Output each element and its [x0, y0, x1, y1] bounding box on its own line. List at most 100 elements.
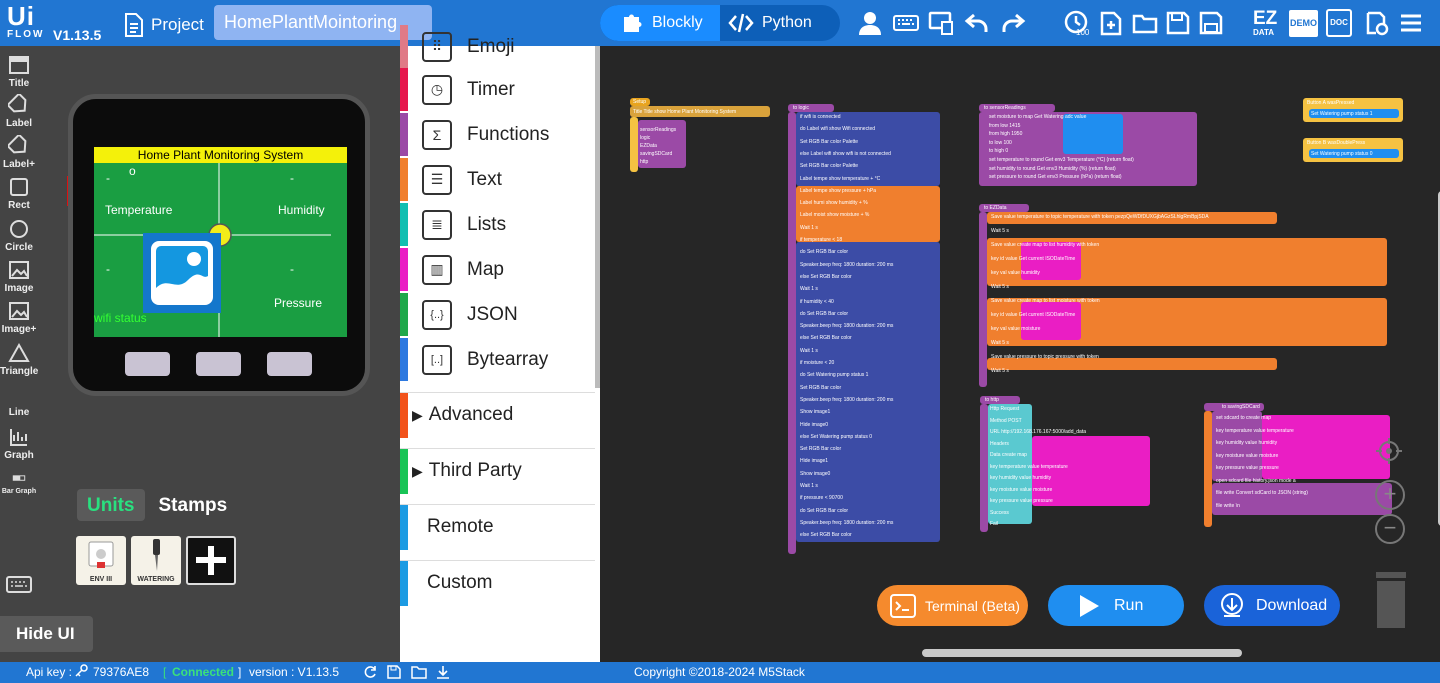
zoom-out-icon[interactable]: −	[1375, 514, 1405, 544]
python-mode-button[interactable]: Python	[720, 5, 840, 41]
timer-100-icon[interactable]: 100	[1062, 8, 1092, 38]
save-as-icon[interactable]	[1196, 8, 1226, 38]
category-label: Functions	[467, 123, 550, 145]
category-emoji[interactable]: ⠿ Emoji	[400, 25, 595, 68]
tab-units[interactable]: Units	[77, 489, 145, 521]
category-third-party[interactable]: ▶ Third Party	[400, 448, 595, 494]
block-text: Show image0	[800, 470, 831, 477]
screen-dash[interactable]: -	[290, 171, 294, 185]
workspace-canvas[interactable]: Setup Title Title show Home Plant Monito…	[612, 46, 1440, 662]
ezdata-function-block[interactable]: to EZData Save value temperature to topi…	[979, 204, 1419, 387]
new-file-icon[interactable]	[1096, 8, 1126, 38]
settings-icon[interactable]	[1361, 8, 1391, 38]
tool-label-plus[interactable]: Label+	[0, 135, 38, 170]
api-key-value[interactable]: 79376AE8	[93, 665, 149, 679]
tool-label: Image	[4, 283, 34, 294]
doc-icon[interactable]: DOC	[1326, 9, 1352, 37]
unit-env3[interactable]: ENV III	[76, 536, 126, 585]
category-advanced[interactable]: ▶ Advanced	[400, 392, 595, 438]
hide-ui-button[interactable]: Hide UI	[0, 616, 93, 652]
screen-image[interactable]	[143, 233, 221, 313]
menu-icon[interactable]	[1396, 8, 1426, 38]
add-unit-button[interactable]	[186, 536, 236, 585]
keyboard-icon[interactable]	[891, 8, 921, 38]
block-text: Hide image0	[800, 421, 829, 428]
download-icon[interactable]	[436, 665, 450, 682]
tool-image-plus[interactable]: Image+	[0, 300, 38, 335]
category-map[interactable]: ▥ Map	[400, 248, 595, 291]
save-icon[interactable]	[1163, 8, 1193, 38]
tool-title[interactable]: Title	[0, 54, 38, 89]
tool-image[interactable]: Image	[0, 259, 38, 294]
demo-icon[interactable]: DEMO	[1289, 10, 1318, 37]
category-text[interactable]: ☰ Text	[400, 158, 595, 201]
category-timer[interactable]: ◷ Timer	[400, 68, 595, 111]
unit-label: WATERING	[137, 576, 175, 583]
env3-sensor-icon	[88, 541, 114, 568]
tab-stamps[interactable]: Stamps	[149, 489, 238, 521]
tool-label: Label+	[3, 159, 35, 170]
screen-dash[interactable]: -	[106, 262, 110, 276]
hardware-button-a[interactable]	[125, 352, 170, 376]
category-label: Custom	[427, 572, 493, 593]
button-a-event-block[interactable]: Button A wasPressed Set Watering pump st…	[1303, 98, 1403, 122]
refresh-icon[interactable]	[363, 665, 377, 682]
category-functions[interactable]: Σ Functions	[400, 113, 595, 156]
screen-temperature-label[interactable]: Temperature	[105, 203, 172, 217]
screen-o-label[interactable]: o	[129, 164, 136, 178]
category-label: Lists	[467, 213, 507, 235]
download-button[interactable]: Download	[1204, 585, 1340, 626]
button-b-event-block[interactable]: Button B wasDoublePress Set Watering pum…	[1303, 138, 1403, 162]
user-icon[interactable]	[855, 8, 885, 38]
project-menu-button[interactable]: Project	[123, 12, 204, 38]
category-custom[interactable]: Custom	[400, 560, 595, 606]
tool-graph[interactable]: Graph	[0, 426, 38, 461]
block-text: Speaker.beep freq: 1800 duration: 200 ms	[800, 323, 894, 330]
screen-pressure-label[interactable]: Pressure	[274, 296, 322, 310]
screen-humidity-label[interactable]: Humidity	[278, 203, 325, 217]
workspace-horizontal-scrollbar[interactable]	[922, 649, 1242, 657]
trash-icon[interactable]	[1374, 572, 1408, 628]
sensor-readings-function-block[interactable]: to sensorReadings set moisture to map Ge…	[979, 104, 1197, 186]
undo-icon[interactable]	[962, 8, 992, 38]
block-text: else Label wifi show wifi is not connect…	[800, 150, 891, 157]
screen-wifi-status[interactable]: wifi status	[94, 311, 147, 325]
tool-bar-graph[interactable]: Bar Graph	[0, 472, 38, 495]
category-bytearray[interactable]: [..] Bytearray	[400, 338, 595, 381]
tool-label[interactable]: Label	[0, 94, 38, 129]
open-folder-icon[interactable]	[1130, 8, 1160, 38]
setup-block[interactable]: Setup Title Title show Home Plant Monito…	[630, 98, 770, 174]
category-label: Map	[467, 258, 504, 280]
terminal-button[interactable]: Terminal (Beta)	[877, 585, 1028, 626]
logic-function-block[interactable]: to logic if wifi is connected do Label wi…	[788, 104, 940, 554]
tool-rect[interactable]: Rect	[0, 176, 38, 211]
tool-line[interactable]: Line	[0, 383, 38, 418]
blockly-workspace[interactable]: Setup Title Title show Home Plant Monito…	[600, 46, 1440, 662]
unit-watering[interactable]: WATERING	[131, 536, 181, 585]
save-icon[interactable]	[387, 665, 401, 682]
redo-icon[interactable]	[998, 8, 1028, 38]
http-function-block[interactable]: to http Http Request Method POST URL http:…	[980, 396, 1180, 536]
open-folder-icon[interactable]	[411, 665, 427, 682]
category-lists[interactable]: ≣ Lists	[400, 203, 595, 246]
category-json[interactable]: {..} JSON	[400, 293, 595, 336]
category-label: Advanced	[428, 404, 514, 425]
tool-triangle[interactable]: Triangle	[0, 342, 38, 377]
category-remote[interactable]: Remote	[400, 504, 595, 550]
category-color-bar	[400, 338, 408, 381]
saving-sdcard-function-block[interactable]: to savingSDCard set sdcard to create map…	[1204, 403, 1394, 527]
hardware-button-c[interactable]	[267, 352, 312, 376]
device-screen-icon[interactable]	[926, 8, 956, 38]
zoom-in-icon[interactable]: +	[1375, 480, 1405, 510]
screen-dash[interactable]: -	[290, 262, 294, 276]
hardware-button-b[interactable]	[196, 352, 241, 376]
screen-title[interactable]: Home Plant Monitoring System	[94, 147, 347, 163]
ez-data-icon[interactable]: EZ DATA	[1253, 9, 1277, 37]
tool-circle[interactable]: Circle	[0, 218, 38, 253]
category-label: JSON	[467, 303, 518, 325]
keyboard-toggle[interactable]	[0, 574, 38, 598]
run-button[interactable]: Run	[1048, 585, 1184, 626]
recenter-icon[interactable]	[1374, 436, 1404, 466]
screen-dash[interactable]: -	[106, 171, 110, 185]
blockly-mode-button[interactable]: Blockly	[600, 5, 720, 41]
